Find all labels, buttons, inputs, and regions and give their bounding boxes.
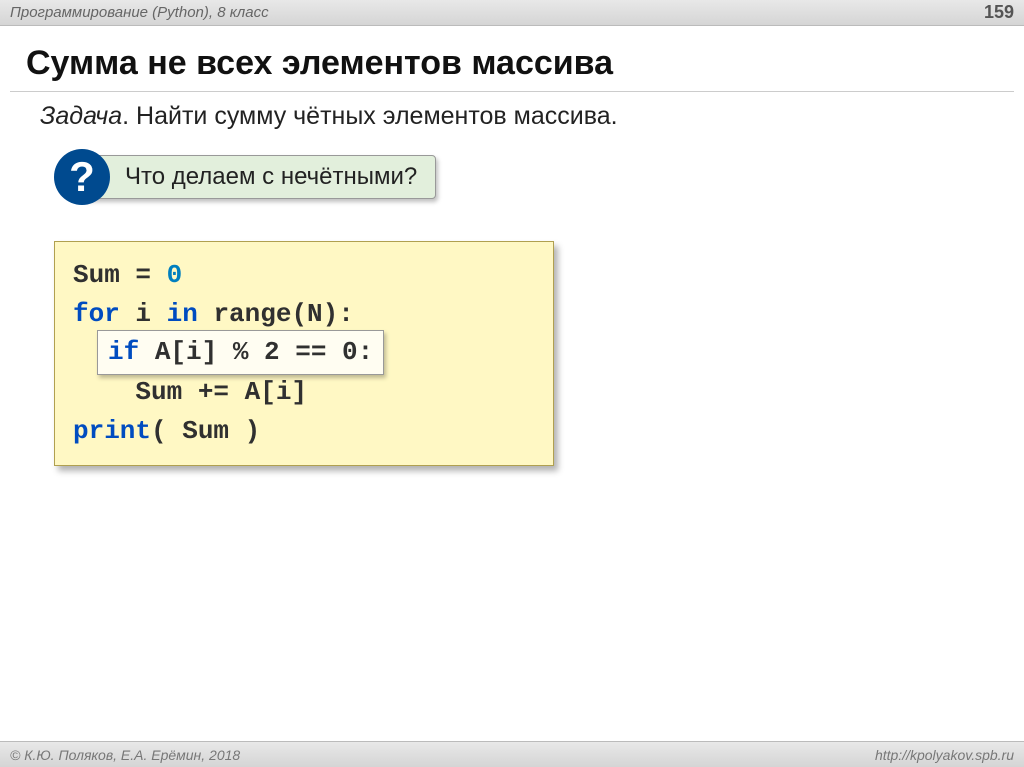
title-divider	[10, 91, 1014, 92]
question-mark-glyph: ?	[69, 153, 95, 201]
code-highlight: if A[i] % 2 == 0:	[97, 330, 384, 375]
code-line-2: for i in range(N):	[73, 295, 535, 334]
course-label: Программирование (Python), 8 класс	[10, 4, 269, 21]
question-row: ? Что делаем с нечётными?	[54, 149, 1024, 205]
slide-title: Сумма не всех элементов массива	[0, 26, 1024, 91]
task-prefix: Задача	[40, 102, 122, 130]
task-line: Задача. Найти сумму чётных элементов мас…	[0, 98, 1024, 149]
question-text: Что делаем с нечётными?	[125, 163, 417, 191]
question-mark-icon: ?	[54, 149, 110, 205]
header-bar: Программирование (Python), 8 класс 159	[0, 0, 1024, 26]
footer-url: http://kpolyakov.spb.ru	[875, 747, 1014, 763]
footer-copyright: © К.Ю. Поляков, Е.А. Ерёмин, 2018	[10, 747, 240, 763]
code-line-4: Sum += A[i]	[73, 373, 535, 412]
code-inner: Sum = 0 for i in range(N): if A[i] % 2 =…	[73, 256, 535, 451]
code-block: Sum = 0 for i in range(N): if A[i] % 2 =…	[54, 241, 554, 466]
task-text: . Найти сумму чётных элементов массива.	[122, 102, 617, 130]
code-line-1: Sum = 0	[73, 256, 535, 295]
footer-bar: © К.Ю. Поляков, Е.А. Ерёмин, 2018 http:/…	[0, 741, 1024, 767]
question-box: Что делаем с нечётными?	[82, 155, 436, 199]
code-line-5: print( Sum )	[73, 412, 535, 451]
page-number: 159	[984, 2, 1014, 23]
